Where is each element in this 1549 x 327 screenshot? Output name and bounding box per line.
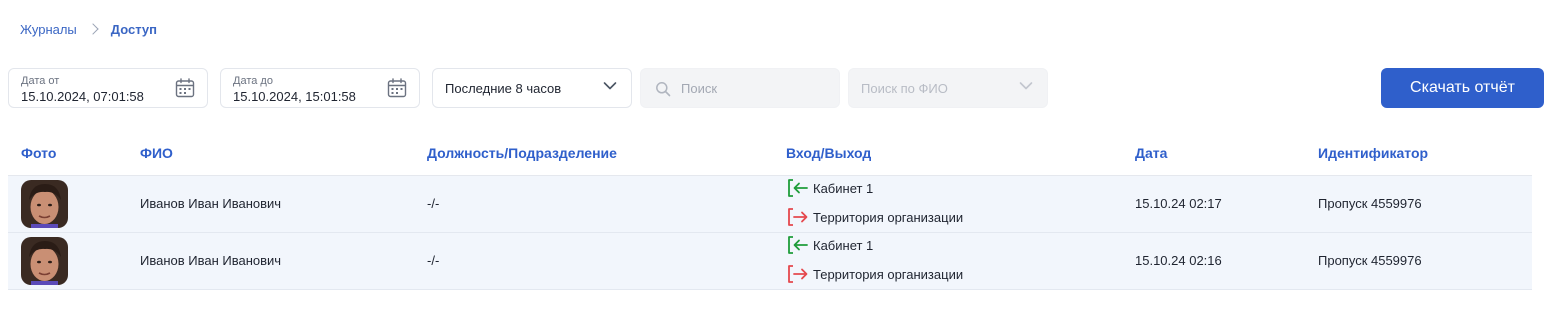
calendar-icon[interactable] (175, 78, 195, 98)
passage-exit-label: Территория организации (813, 266, 964, 282)
row-identifier: Пропуск 4559976 (1318, 196, 1422, 211)
row-identifier: Пропуск 4559976 (1318, 253, 1422, 268)
page: Журналы Доступ Дата от 15.10.2024, 07:01… (0, 0, 1549, 327)
avatar (21, 180, 68, 228)
fio-search-select[interactable] (848, 68, 1048, 108)
download-report-button[interactable]: Скачать отчёт (1381, 68, 1544, 108)
search-input[interactable] (681, 69, 831, 107)
table-row[interactable]: Иванов Иван Иванович -/- Кабинет 1 Терри… (8, 176, 1532, 233)
column-header-fio[interactable]: ФИО (140, 145, 173, 161)
passage-entry: Кабинет 1 (787, 235, 873, 255)
date-to-value: 15.10.2024, 15:01:58 (233, 89, 356, 104)
search-field[interactable] (640, 68, 840, 108)
date-from-value: 15.10.2024, 07:01:58 (21, 89, 144, 104)
chevron-right-icon (87, 23, 99, 35)
avatar (21, 237, 68, 285)
search-icon (656, 82, 671, 97)
date-from-label: Дата от (21, 75, 60, 87)
period-select-value: Последние 8 часов (445, 81, 562, 96)
row-position: -/- (427, 253, 440, 268)
date-from-field[interactable]: Дата от 15.10.2024, 07:01:58 (8, 68, 208, 108)
passage-exit: Территория организации (787, 207, 963, 227)
passage-entry-label: Кабинет 1 (813, 237, 874, 253)
row-position: -/- (427, 196, 440, 211)
calendar-icon[interactable] (387, 78, 407, 98)
exit-arrow-icon (788, 208, 808, 226)
passage-exit-label: Территория организации (813, 209, 964, 225)
filters-bar: Дата от 15.10.2024, 07:01:58 Дата до 15.… (8, 68, 1544, 108)
breadcrumb: Журналы Доступ (20, 20, 157, 38)
passage-entry-label: Кабинет 1 (813, 180, 874, 196)
date-to-label: Дата до (233, 75, 273, 87)
passage-entry: Кабинет 1 (787, 178, 873, 198)
date-to-field[interactable]: Дата до 15.10.2024, 15:01:58 (220, 68, 420, 108)
column-header-date[interactable]: Дата (1135, 145, 1167, 161)
passage-exit: Территория организации (787, 264, 963, 284)
period-select[interactable]: Последние 8 часов (432, 68, 632, 108)
column-header-photo[interactable]: Фото (21, 145, 56, 161)
row-fio: Иванов Иван Иванович (140, 196, 282, 211)
table-header: Фото ФИО Должность/Подразделение Вход/Вы… (8, 132, 1532, 176)
access-log-table: Фото ФИО Должность/Подразделение Вход/Вы… (8, 132, 1532, 290)
chevron-down-icon (603, 82, 617, 90)
table-row[interactable]: Иванов Иван Иванович -/- Кабинет 1 Терри… (8, 233, 1532, 290)
row-date: 15.10.24 02:17 (1135, 196, 1222, 211)
entry-arrow-icon (788, 179, 808, 197)
breadcrumb-current: Доступ (110, 21, 157, 37)
chevron-down-icon (1019, 82, 1033, 90)
column-header-position[interactable]: Должность/Подразделение (427, 145, 617, 161)
entry-arrow-icon (788, 236, 808, 254)
column-header-passage[interactable]: Вход/Выход (786, 145, 871, 161)
column-header-identifier[interactable]: Идентификатор (1318, 145, 1428, 161)
row-date: 15.10.24 02:16 (1135, 253, 1222, 268)
fio-search-input[interactable] (861, 69, 1011, 107)
breadcrumb-journals-link[interactable]: Журналы (20, 22, 77, 37)
exit-arrow-icon (788, 265, 808, 283)
row-fio: Иванов Иван Иванович (140, 253, 282, 268)
